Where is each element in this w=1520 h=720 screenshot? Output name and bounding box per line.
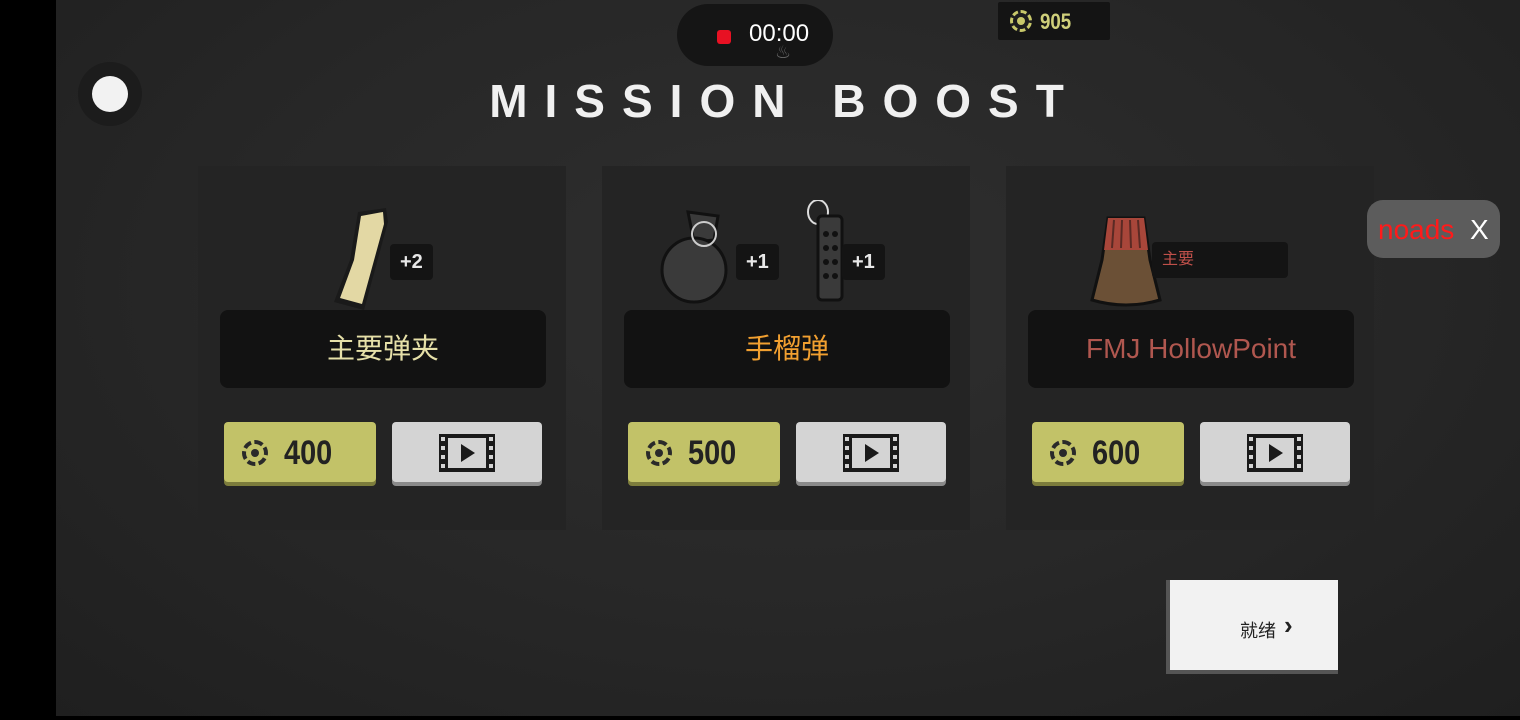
record-icon <box>717 30 731 44</box>
buy-button[interactable]: 500 <box>628 422 780 482</box>
item-name-box: FMJ HollowPoint <box>1028 310 1354 388</box>
film-play-icon <box>439 434 495 472</box>
coin-icon <box>1010 10 1032 32</box>
coin-icon <box>1050 440 1076 466</box>
ready-button[interactable]: 就绪 › <box>1166 580 1338 674</box>
film-play-icon <box>1247 434 1303 472</box>
boost-card-grenade: +1 +1 手榴弹 500 <box>602 166 970 530</box>
buy-button[interactable]: 400 <box>224 422 376 482</box>
currency-display: 905 <box>998 2 1110 40</box>
price-label: 400 <box>284 434 333 472</box>
watch-video-button[interactable] <box>392 422 542 482</box>
film-play-icon <box>843 434 899 472</box>
item-name: 主要弹夹 <box>326 333 439 364</box>
page-title: MISSION BOOST <box>489 75 1081 127</box>
boost-card-ammo: 主要 FMJ HollowPoint 600 <box>1006 166 1374 530</box>
watch-video-button[interactable] <box>796 422 946 482</box>
quantity-badge: +1 <box>736 244 779 280</box>
grenade-icon <box>660 210 728 304</box>
ready-label: 就绪 <box>1240 621 1276 641</box>
quantity-badge: +2 <box>390 244 433 280</box>
coin-icon <box>242 440 268 466</box>
buy-button[interactable]: 600 <box>1032 422 1184 482</box>
item-name-box: 手榴弹 <box>624 310 950 388</box>
flame-icon: ♨ <box>775 42 792 62</box>
screen-recorder-bar[interactable]: 00:00 ♨ <box>677 4 833 66</box>
boost-card-magazine: +2 主要弹夹 400 <box>198 166 566 530</box>
quantity-badge: +1 <box>842 244 885 280</box>
price-label: 600 <box>1092 434 1141 472</box>
magazine-icon <box>334 208 388 310</box>
item-name: FMJ HollowPoint <box>1085 333 1297 364</box>
chevron-right-icon: › <box>1284 610 1293 640</box>
close-icon[interactable]: X <box>1470 214 1489 246</box>
noads-overlay[interactable]: noads X <box>1367 200 1500 258</box>
item-name-box: 主要弹夹 <box>220 310 546 388</box>
watch-video-button[interactable] <box>1200 422 1350 482</box>
coin-balance: 905 <box>1040 9 1072 34</box>
price-label: 500 <box>688 434 737 472</box>
coin-icon <box>646 440 672 466</box>
item-name: 手榴弹 <box>744 333 829 364</box>
noads-label[interactable]: noads <box>1378 214 1454 246</box>
type-badge: 主要 <box>1152 242 1288 278</box>
